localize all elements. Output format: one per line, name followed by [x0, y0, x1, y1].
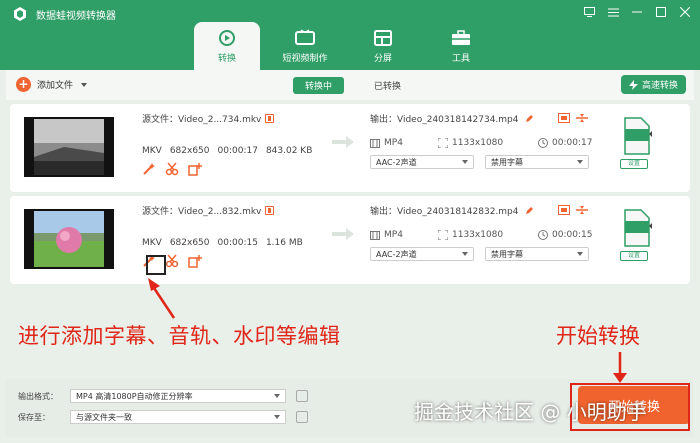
arrow-right-icon: [332, 136, 354, 148]
toolbox-icon: [452, 29, 470, 45]
tv-icon: [295, 28, 315, 45]
mp4-format-icon[interactable]: [622, 208, 652, 248]
subtitle-select[interactable]: 禁用字幕: [485, 247, 589, 261]
add-effect-icon[interactable]: [188, 162, 202, 176]
chevron-down-icon: [462, 160, 468, 164]
scissors-icon[interactable]: [165, 162, 179, 176]
save-to-select[interactable]: 与源文件夹一致: [70, 410, 286, 424]
output-duration: 00:00:17: [538, 138, 592, 148]
info-icon[interactable]: [265, 206, 275, 215]
app-title: 数据蛙视频转换器: [36, 11, 116, 22]
tab-convert-label: 转换: [217, 53, 236, 64]
file-toolbar: + 添加文件 转换中 已转换 高速转换: [6, 70, 694, 100]
format-settings-button[interactable]: 设置: [620, 251, 648, 261]
folder-icon[interactable]: [296, 411, 308, 423]
output-resolution: 1133x1080: [438, 138, 503, 148]
minimize-icon[interactable]: [628, 4, 646, 20]
compress-icon[interactable]: [558, 205, 570, 215]
save-to-label: 保存至：: [18, 413, 50, 422]
video-thumbnail[interactable]: [24, 117, 114, 177]
info-icon[interactable]: [265, 114, 275, 123]
refresh-icon: [219, 29, 235, 46]
audio-select[interactable]: AAC-2声道: [370, 155, 474, 169]
watermark: 掘金技术社区 @ 小明助手: [414, 400, 647, 424]
add-file-label: 添加文件: [37, 81, 74, 91]
magic-wand-icon[interactable]: [142, 162, 156, 176]
output-duration: 00:00:15: [538, 230, 592, 240]
close-icon[interactable]: [676, 4, 694, 20]
feedback-icon[interactable]: [580, 4, 598, 20]
audio-select[interactable]: AAC-2声道: [370, 247, 474, 261]
clock-icon: [538, 230, 548, 240]
film-icon: [370, 230, 380, 240]
tab-converted[interactable]: 已转换: [362, 77, 413, 94]
fast-convert-button[interactable]: 高速转换: [620, 75, 686, 94]
chevron-down-icon: [577, 160, 583, 164]
subtitle-select[interactable]: 禁用字幕: [485, 155, 589, 169]
tab-short-video-label: 短视频制作: [282, 53, 328, 64]
output-format-label: 输出格式：: [18, 392, 58, 401]
expand-icon: [438, 230, 448, 240]
merge-icon[interactable]: [576, 205, 588, 215]
maximize-icon[interactable]: [652, 4, 670, 20]
fast-convert-label: 高速转换: [641, 81, 678, 91]
output-filename: 输出：Video_240318142734.mp4: [370, 112, 534, 125]
output-format: MP4: [370, 138, 403, 148]
source-filename: 源文件：Video_2...734.mkv: [142, 112, 275, 125]
output-format-select[interactable]: MP4 高清1080P自动修正分辨率: [70, 389, 286, 403]
file-row: 源文件：Video_2...734.mkv MKV 682x650 00:00:…: [10, 104, 690, 192]
output-filename: 输出：Video_240318142832.mp4: [370, 204, 534, 217]
film-icon: [370, 138, 380, 148]
arrow-right-icon: [332, 228, 354, 240]
tab-split-screen-label: 分屏: [373, 53, 392, 64]
chevron-down-icon[interactable]: [81, 82, 88, 87]
add-effect-icon[interactable]: [188, 254, 202, 268]
main-nav: 转换 短视频制作 分屏 工具: [194, 22, 506, 70]
tab-short-video[interactable]: 短视频制作: [272, 22, 338, 70]
tab-converting[interactable]: 转换中: [293, 77, 345, 94]
merge-icon[interactable]: [576, 113, 588, 123]
app-logo-icon: [14, 7, 26, 21]
output-resolution: 1133x1080: [438, 230, 503, 240]
chevron-down-icon: [274, 394, 280, 398]
tab-convert[interactable]: 转换: [194, 22, 260, 70]
compress-icon[interactable]: [558, 113, 570, 123]
highlight-box: [146, 255, 166, 275]
menu-icon[interactable]: [604, 4, 622, 20]
output-format: MP4: [370, 230, 403, 240]
chevron-down-icon: [274, 415, 280, 419]
file-row: 源文件：Video_2...832.mkv MKV 682x650 00:00:…: [10, 196, 690, 284]
video-thumbnail[interactable]: [24, 209, 114, 269]
format-settings-button[interactable]: 设置: [620, 159, 648, 169]
split-screen-icon: [374, 29, 392, 46]
source-meta: MKV 682x650 00:00:15 1.16 MB: [142, 238, 303, 248]
chevron-down-icon: [577, 252, 583, 256]
source-meta: MKV 682x650 00:00:17 843.02 KB: [142, 146, 313, 156]
tab-split-screen[interactable]: 分屏: [350, 22, 416, 70]
tab-tools-label: 工具: [451, 53, 470, 64]
clock-icon: [538, 138, 548, 148]
lightning-icon: [628, 79, 638, 90]
title-bar: 数据蛙视频转换器 转换 短视频制作 分屏 工具: [0, 0, 700, 70]
annotation-start-hint: 开始转换: [556, 324, 640, 348]
format-settings-icon[interactable]: [296, 390, 308, 402]
edit-tools: [142, 162, 202, 176]
mp4-format-icon[interactable]: [622, 116, 652, 156]
edit-pencil-icon[interactable]: [525, 114, 534, 123]
tab-tools[interactable]: 工具: [428, 22, 494, 70]
add-file-button[interactable]: + 添加文件: [16, 77, 88, 92]
annotation-edit-hint: 进行添加字幕、音轨、水印等编辑: [18, 324, 341, 348]
chevron-down-icon: [462, 252, 468, 256]
expand-icon: [438, 138, 448, 148]
source-filename: 源文件：Video_2...832.mkv: [142, 204, 275, 217]
scissors-icon[interactable]: [165, 254, 179, 268]
edit-pencil-icon[interactable]: [525, 206, 534, 215]
plus-icon: +: [16, 77, 31, 92]
